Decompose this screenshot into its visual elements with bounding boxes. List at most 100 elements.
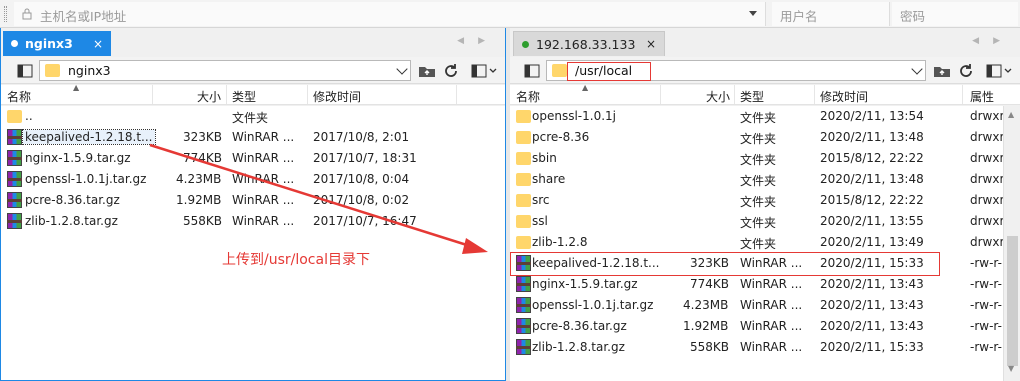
winrar-archive-icon	[516, 255, 531, 271]
file-name: ..	[25, 109, 33, 123]
winrar-archive-icon	[7, 129, 22, 145]
file-type: WinRAR ...	[232, 130, 295, 144]
toggle-tree-icon[interactable]	[522, 61, 542, 80]
col-attr[interactable]: 属性	[970, 88, 994, 105]
tab-label: 192.168.33.133	[536, 36, 636, 52]
list-item[interactable]: openssl-1.0.1j.tar.gz 4.23MB WinRAR ... …	[510, 295, 1003, 316]
password-input[interactable]: 密码	[892, 2, 1018, 26]
list-item[interactable]: zlib-1.2.8.tar.gz 558KB WinRAR ... 2020/…	[510, 337, 1003, 358]
col-mtime[interactable]: 修改时间	[313, 88, 361, 105]
file-mtime: 2020/2/11, 13:54	[820, 109, 924, 123]
col-name[interactable]: 名称	[7, 88, 31, 105]
list-item[interactable]: pcre-8.36.tar.gz 1.92MB WinRAR ... 2020/…	[510, 316, 1003, 337]
scroll-down-icon[interactable]: ▼	[1008, 364, 1014, 373]
tab-local-nginx3[interactable]: nginx3 ×	[3, 31, 111, 56]
file-mtime: 2020/2/11, 13:43	[820, 298, 924, 312]
file-mtime: 2017/10/8, 0:02	[313, 193, 410, 207]
local-toolbar: nginx3	[1, 57, 505, 84]
list-item[interactable]: pcre-8.36.tar.gz 1.92MB WinRAR ... 2017/…	[1, 190, 505, 211]
username-placeholder: 用户名	[780, 9, 818, 24]
sort-caret-icon: ▲	[73, 83, 80, 92]
file-size: 558KB	[690, 340, 730, 354]
list-item[interactable]: .. 文件夹	[1, 106, 505, 127]
file-name: pcre-8.36	[532, 130, 590, 144]
chevron-down-icon[interactable]	[911, 63, 923, 75]
file-type: 文件夹	[232, 111, 269, 125]
list-item[interactable]: zlib-1.2.8.tar.gz 558KB WinRAR ... 2017/…	[1, 211, 505, 232]
username-input[interactable]: 用户名	[772, 2, 890, 26]
host-history-dropdown-icon[interactable]	[749, 11, 757, 16]
tab-label: nginx3	[25, 36, 73, 51]
winrar-archive-icon	[516, 318, 531, 334]
view-mode-icon[interactable]	[469, 61, 499, 80]
chevron-down-icon[interactable]	[396, 63, 408, 75]
toolbar-grip[interactable]	[4, 6, 7, 22]
file-type: 文件夹	[740, 216, 777, 230]
toggle-tree-icon[interactable]	[15, 61, 35, 80]
list-item[interactable]: pcre-8.36 文件夹 2020/2/11, 13:48 drwxr	[510, 127, 1005, 148]
remote-path-field[interactable]: /usr/local	[546, 60, 926, 81]
list-item[interactable]: ssl 文件夹 2020/2/11, 13:55 drwxr	[510, 211, 1004, 232]
list-item[interactable]: src 文件夹 2015/8/12, 22:22 drwxr	[510, 190, 1004, 211]
file-size: 1.92MB	[176, 193, 222, 207]
file-mtime: 2020/2/11, 13:48	[820, 130, 924, 144]
remote-file-list: openssl-1.0.1j 文件夹 2020/2/11, 13:54 drwx…	[510, 106, 1005, 381]
session-status-dot	[11, 40, 18, 47]
file-attr: drwxr	[970, 130, 1005, 144]
password-placeholder: 密码	[900, 9, 926, 24]
col-type[interactable]: 类型	[740, 88, 764, 105]
winrar-archive-icon	[7, 171, 22, 187]
host-input[interactable]: 主机名或IP地址	[14, 2, 766, 26]
close-icon[interactable]: ×	[93, 38, 103, 50]
file-size: 774KB	[690, 277, 730, 291]
file-name: zlib-1.2.8.tar.gz	[25, 214, 118, 228]
connected-status-dot	[522, 40, 529, 48]
file-size: 323KB	[183, 130, 223, 144]
list-item[interactable]: sbin 文件夹 2015/8/12, 22:22 drwxr	[510, 148, 1004, 169]
list-item[interactable]: keepalived-1.2.18.t... 323KB WinRAR ... …	[510, 253, 1003, 274]
col-size[interactable]: 大小	[197, 88, 221, 105]
file-attr: drwxr	[970, 235, 1005, 249]
file-mtime: 2017/10/8, 0:04	[313, 172, 410, 186]
file-name: pcre-8.36.tar.gz	[25, 193, 120, 207]
list-item[interactable]: zlib-1.2.8 文件夹 2020/2/11, 13:49 drwxr	[510, 232, 1005, 253]
col-name[interactable]: 名称	[516, 88, 540, 105]
folder-icon	[7, 110, 22, 123]
file-mtime: 2020/2/11, 13:43	[820, 319, 924, 333]
list-item[interactable]: share 文件夹 2020/2/11, 13:48 drwxr	[510, 169, 1004, 190]
folder-icon	[516, 173, 531, 186]
file-name: pcre-8.36.tar.gz	[532, 319, 627, 333]
tab-scroll-arrows[interactable]: ◀▶	[457, 36, 499, 46]
col-size[interactable]: 大小	[706, 88, 730, 105]
remote-column-header: ▲ 名称 大小 类型 修改时间 属性	[510, 83, 1020, 105]
list-item[interactable]: openssl-1.0.1j 文件夹 2020/2/11, 13:54 drwx…	[510, 106, 1005, 127]
list-item[interactable]: nginx-1.5.9.tar.gz 774KB WinRAR ... 2020…	[510, 274, 1003, 295]
file-attr: drwxr	[970, 109, 1005, 123]
remote-vertical-scrollbar[interactable]: ▲ ▼	[1003, 106, 1020, 381]
scroll-thumb[interactable]	[1007, 236, 1018, 366]
file-type: 文件夹	[740, 174, 777, 188]
close-icon[interactable]: ×	[646, 38, 656, 50]
remote-tabbar: 192.168.33.133 × ◀▶	[510, 28, 1020, 56]
col-type[interactable]: 类型	[232, 88, 256, 105]
local-path-field[interactable]: nginx3	[39, 60, 411, 81]
tab-scroll-arrows[interactable]: ◀▶	[972, 36, 1014, 46]
refresh-icon[interactable]	[956, 61, 976, 80]
file-name: openssl-1.0.1j.tar.gz	[532, 298, 654, 312]
list-item[interactable]: keepalived-1.2.18.t... 323KB WinRAR ... …	[1, 127, 505, 148]
refresh-icon[interactable]	[441, 61, 461, 80]
list-item[interactable]: nginx-1.5.9.tar.gz 774KB WinRAR ... 2017…	[1, 148, 505, 169]
winrar-archive-icon	[7, 150, 22, 166]
file-name: ssl	[532, 214, 548, 228]
file-mtime: 2020/2/11, 13:55	[820, 214, 924, 228]
col-mtime[interactable]: 修改时间	[820, 88, 868, 105]
file-name: keepalived-1.2.18.t...	[22, 129, 156, 145]
file-mtime: 2020/2/11, 15:33	[820, 340, 924, 354]
tab-remote-session[interactable]: 192.168.33.133 ×	[513, 31, 665, 56]
view-mode-icon[interactable]	[984, 61, 1014, 80]
parent-folder-icon[interactable]	[417, 61, 437, 80]
file-mtime: 2017/10/8, 2:01	[313, 130, 410, 144]
list-item[interactable]: openssl-1.0.1j.tar.gz 4.23MB WinRAR ... …	[1, 169, 505, 190]
scroll-up-icon[interactable]: ▲	[1008, 110, 1014, 119]
parent-folder-icon[interactable]	[932, 61, 952, 80]
